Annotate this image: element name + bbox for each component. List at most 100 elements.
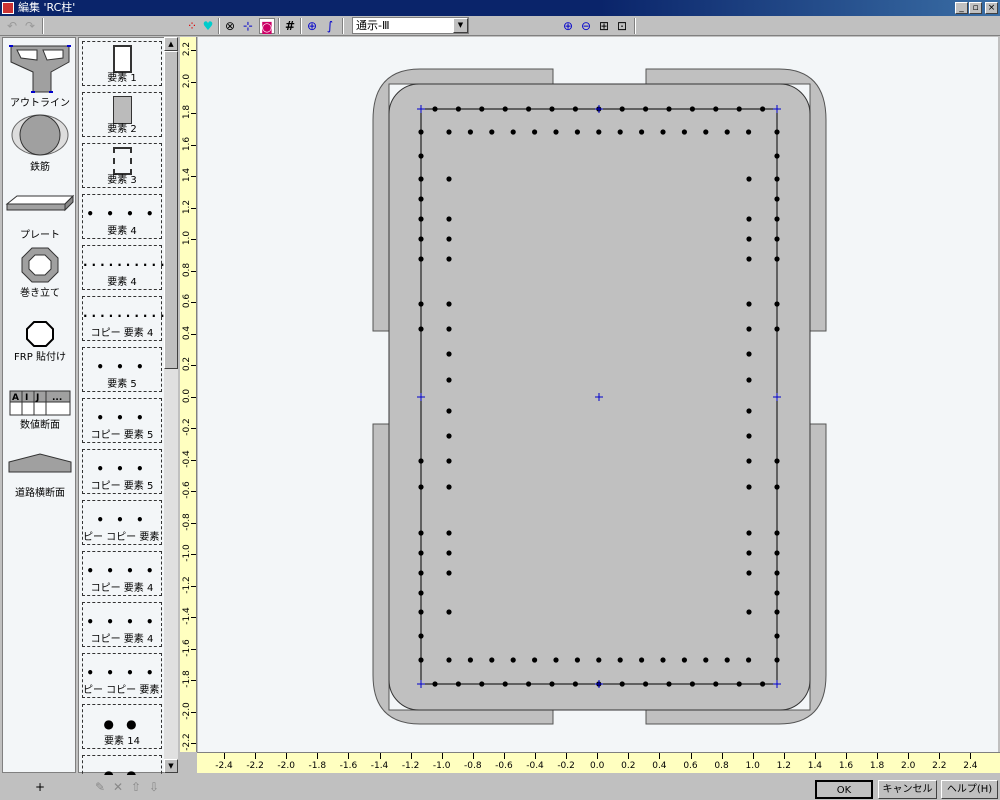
window-title: 編集 'RC柱' (18, 1, 76, 14)
ruler-label: -1.0 (182, 544, 192, 562)
add-icon[interactable]: + (32, 779, 48, 795)
rebar-dot (446, 550, 452, 556)
element-list-item[interactable]: ● ● 要素 14 (82, 704, 162, 749)
element-list-item[interactable]: • • • 要素 5 (82, 347, 162, 392)
rebar-dot (418, 196, 424, 202)
element-list-item[interactable]: 要素 3 (82, 143, 162, 188)
element-list-item[interactable]: • • • ピー コピー 要素 5 (82, 500, 162, 545)
rebar-dot (689, 681, 695, 687)
zoom-window-icon[interactable]: ⊡ (614, 18, 630, 34)
rebar-dot (639, 657, 645, 663)
tool-rebar[interactable]: 鉄筋 (3, 112, 77, 173)
rebar-dot (418, 484, 424, 490)
restore-button[interactable]: ▫ (969, 2, 982, 14)
view-select-value: 通示-Ⅲ (356, 19, 390, 32)
element-list-item[interactable]: • • • • 要素 4 (82, 194, 162, 239)
title-bar: 編集 'RC柱' _ ▫ × (0, 0, 1000, 16)
scroll-thumb[interactable] (164, 51, 178, 369)
table-icon: A I J... (9, 390, 71, 416)
element-list-item[interactable]: 要素 2 (82, 92, 162, 137)
rebar-dot (660, 129, 666, 135)
rebar-preview: • • • • (86, 615, 158, 629)
rebar-dot (619, 681, 625, 687)
rebar-dot (418, 301, 424, 307)
rebar-dot (418, 326, 424, 332)
element-label: 要素 4 (107, 226, 137, 237)
minimize-button[interactable]: _ (955, 2, 968, 14)
close-button[interactable]: × (985, 2, 998, 14)
drawing-canvas[interactable] (198, 37, 998, 752)
tool-jacketing[interactable]: 巻き立て (3, 246, 77, 299)
rebar-dot (746, 433, 752, 439)
element-list-item[interactable]: ·········· コピー 要素 4 (82, 296, 165, 341)
chevron-down-icon[interactable]: ▼ (453, 18, 468, 33)
rebar-dot (418, 153, 424, 159)
view-select[interactable]: 通示-Ⅲ ▼ (352, 17, 469, 34)
rebar-dot (774, 176, 780, 182)
ruler-tick (255, 753, 257, 759)
element-list-item[interactable]: • • • • コピー 要素 4 (82, 551, 162, 596)
cancel-button[interactable]: キャンセル (878, 780, 937, 799)
redo-icon[interactable]: ↷ (22, 18, 38, 34)
section-view-icon[interactable]: ⊗ (222, 18, 238, 34)
road-section-icon (8, 453, 72, 473)
tool-outline[interactable]: アウトライン (3, 42, 77, 109)
element-list-item[interactable]: • • • • コピー 要素 4 (82, 602, 162, 647)
move-down-icon[interactable]: ⇩ (146, 779, 162, 795)
scroll-up-icon[interactable]: ▲ (164, 37, 178, 51)
element-list-scrollbar[interactable]: ▲ ▼ (164, 37, 178, 773)
element-list-item[interactable]: • • • コピー 要素 5 (82, 449, 162, 494)
ruler-tick (191, 81, 196, 83)
color-fill-icon[interactable]: ◙ (259, 18, 275, 34)
origin-icon[interactable]: ⊕ (304, 18, 320, 34)
tool-label: 道路横断面 (15, 488, 65, 499)
ruler-label: 0.8 (182, 262, 192, 277)
ruler-label: -2.4 (215, 761, 233, 771)
ruler-tick (535, 753, 536, 759)
rebar-dot (418, 657, 424, 663)
ruler-tick (191, 333, 196, 335)
slope-icon[interactable]: ∫ (322, 18, 338, 34)
rebar-dot (574, 657, 580, 663)
tool-numeric-section[interactable]: A I J... 数値断面 (3, 390, 77, 431)
heart-shape-icon[interactable]: ♥ (200, 18, 216, 34)
ruler-label: -0.4 (526, 761, 544, 771)
zoom-out-icon[interactable]: ⊖ (578, 18, 594, 34)
grid-icon[interactable]: # (282, 18, 298, 34)
element-list-item[interactable]: • • • コピー 要素 5 (82, 398, 162, 443)
move-up-icon[interactable]: ⇧ (128, 779, 144, 795)
rebar-dot (774, 530, 780, 536)
element-list-item[interactable]: • • • • ピー コピー 要素 4 (82, 653, 162, 698)
axis-icon[interactable]: ⊹ (240, 18, 256, 34)
fit-view-icon[interactable]: ⊞ (596, 18, 612, 34)
add-point-icon[interactable]: ⁘ (184, 18, 200, 34)
tool-plate[interactable]: プレート (3, 192, 77, 241)
rebar-dot (746, 657, 752, 663)
tool-frp[interactable]: FRP 貼付け (3, 320, 77, 363)
ruler-label: -1.0 (432, 761, 451, 771)
rebar-dot (502, 106, 508, 112)
delete-icon[interactable]: ✕ (110, 779, 126, 795)
element-list-item[interactable]: ·········· 要素 4 (82, 245, 165, 290)
rebar-dot (446, 326, 452, 332)
tool-road-section[interactable]: 道路横断面 (3, 452, 77, 499)
rebar-dot (418, 216, 424, 222)
ruler-label: -1.6 (339, 761, 358, 771)
ruler-tick (191, 522, 196, 524)
ok-button[interactable]: OK (815, 780, 873, 799)
rebar-preview: • • • (96, 360, 148, 374)
rebar-dot (774, 590, 780, 596)
element-list-item[interactable]: 要素 1 (82, 41, 162, 86)
ruler-label: 1.4 (807, 761, 823, 771)
element-label: コピー 要素 5 (90, 430, 154, 441)
rebar-dot (774, 657, 780, 663)
rebar-dot (418, 550, 424, 556)
edit-icon[interactable]: ✎ (92, 779, 108, 795)
scroll-down-icon[interactable]: ▼ (164, 759, 178, 773)
element-label: コピー 要素 4 (90, 328, 154, 339)
zoom-in-icon[interactable]: ⊕ (560, 18, 576, 34)
help-button[interactable]: ヘルプ(H) (941, 780, 998, 799)
ruler-tick (191, 176, 196, 177)
rebar-dot (510, 129, 516, 135)
undo-icon[interactable]: ↶ (4, 18, 20, 34)
